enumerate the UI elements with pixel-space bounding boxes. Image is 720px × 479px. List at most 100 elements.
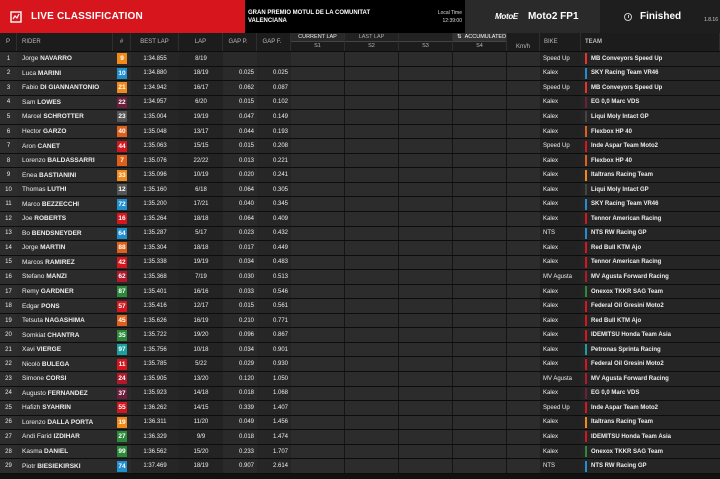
rider-first-name: Marcel [22, 113, 42, 121]
rider-name[interactable]: Andi Farid IZDIHAR [17, 430, 113, 444]
table-row[interactable]: 20 Somkiat CHANTRA 35 1:35.722 19/20 0.096 0.8… [0, 328, 720, 343]
bike: Kalex [540, 241, 581, 255]
speed [507, 66, 540, 81]
rider-number-badge: 16 [117, 213, 127, 225]
table-row[interactable]: 2 Luca MARINI 10 1:34.880 18/19 0.025 0.025 Kal… [0, 66, 720, 82]
sector-4-header: ⇅ ACCUMULATED S4 [453, 33, 507, 51]
rider-name[interactable]: Aron CANET [17, 139, 113, 153]
lap-count: 13/20 [179, 372, 223, 386]
bike: Kalex [540, 415, 581, 430]
table-row[interactable]: 4 Sam LOWES 22 1:34.957 6/20 0.015 0.102 Kalex E… [0, 95, 720, 111]
rider-first-name: Hector [22, 128, 42, 135]
speed [507, 153, 540, 168]
table-row[interactable]: 22 Nicolò BULEGA 11 1:35.785 5/22 0.029 0.930 K… [0, 357, 720, 373]
table-row[interactable]: 27 Andi Farid IZDIHAR 27 1:36.329 9/9 0.018 1.… [0, 430, 720, 445]
rider-name[interactable]: Thomas LUTHI [17, 182, 113, 197]
table-row[interactable]: 21 Xavi VIERGE 97 1:35.756 10/18 0.034 0.901 Ka… [0, 342, 720, 358]
team-name: Flexbox HP 40 [591, 128, 632, 135]
best-lap: 1:35.160 [131, 182, 179, 197]
sector-4 [453, 168, 507, 182]
rider-name[interactable]: Hafizh SYAHRIN [17, 401, 113, 415]
rider-name[interactable]: Xavi VIERGE [17, 342, 113, 357]
rider-number-cell: 22 [113, 95, 131, 110]
rider-number-badge: 27 [117, 431, 127, 443]
rider-name[interactable]: Jorge NAVARRO [17, 52, 113, 66]
team: SKY Racing Team VR46 [581, 197, 720, 212]
rider-name[interactable]: Tetsuta NAGASHIMA [17, 313, 113, 328]
rider-name[interactable]: Enea BASTIANINI [17, 168, 113, 182]
bike: Speed Up [540, 139, 581, 153]
table-row[interactable]: 3 Fabio DI GIANNANTONIO 21 1:34.942 16/17 0.0… [0, 81, 720, 96]
rider-name[interactable]: Marco BEZZECCHI [17, 197, 113, 212]
rider-name[interactable]: Marcos RAMIREZ [17, 255, 113, 270]
table-row[interactable]: 8 Lorenzo BALDASSARRI 7 1:35.076 22/22 0.013 0… [0, 153, 720, 169]
table-row[interactable]: 1 Jorge NAVARRO 9 1:34.855 8/19 Speed Up MB Co… [0, 52, 720, 67]
rider-name[interactable]: Sam LOWES [17, 95, 113, 110]
gap-previous: 0.044 [223, 124, 257, 139]
rider-name[interactable]: Lorenzo DALLA PORTA [17, 415, 113, 430]
local-time: Local Time 12:39:00 [425, 0, 465, 33]
table-row[interactable]: 5 Marcel SCHROTTER 23 1:35.004 19/19 0.047 0.1… [0, 110, 720, 125]
table-row[interactable]: 14 Jorge MARTIN 88 1:35.304 18/18 0.017 0.449 K… [0, 241, 720, 256]
rider-name[interactable]: Piotr BIESIEKIRSKI [17, 459, 113, 473]
sector-1 [291, 153, 345, 168]
table-row[interactable]: 26 Lorenzo DALLA PORTA 19 1:36.311 11/20 0.04… [0, 415, 720, 431]
livetiming-logo-icon [9, 10, 23, 24]
rider-name[interactable]: Edgar PONS [17, 299, 113, 313]
tab-last-lap[interactable]: LAST LAP [345, 33, 398, 42]
tab-accumulated[interactable]: ⇅ ACCUMULATED [453, 33, 506, 42]
sector-1 [291, 372, 345, 386]
table-row[interactable]: 17 Remy GARDNER 87 1:35.401 16/16 0.033 0.546 K… [0, 284, 720, 300]
rider-name[interactable]: Somkiat CHANTRA [17, 328, 113, 342]
team-color-bar [585, 286, 587, 298]
rider-name[interactable]: Lorenzo BALDASSARRI [17, 153, 113, 168]
table-row[interactable]: 7 Aron CANET 44 1:35.063 15/15 0.015 0.208 Spee… [0, 139, 720, 154]
lap-count: 18/19 [179, 459, 223, 473]
rider-name[interactable]: Nicolò BULEGA [17, 357, 113, 372]
table-row[interactable]: 13 Bo BENDSNEYDER 64 1:35.287 5/17 0.023 0.432… [0, 226, 720, 242]
table-row[interactable]: 11 Marco BEZZECCHI 72 1:35.200 17/21 0.040 0.3… [0, 197, 720, 213]
sector-4 [453, 52, 507, 66]
rider-name[interactable]: Luca MARINI [17, 66, 113, 81]
table-row[interactable]: 19 Tetsuta NAGASHIMA 45 1:35.626 16/19 0.210 0… [0, 313, 720, 329]
rider-last-name: FERNANDEZ [47, 389, 88, 397]
rider-name[interactable]: Hector GARZO [17, 124, 113, 139]
rider-name[interactable]: Augusto FERNANDEZ [17, 386, 113, 401]
rider-name[interactable]: Joe ROBERTS [17, 212, 113, 226]
sector-2 [345, 226, 399, 241]
rider-name[interactable]: Stefano MANZI [17, 270, 113, 284]
rider-name[interactable]: Fabio DI GIANNANTONIO [17, 81, 113, 95]
rider-number-badge: 24 [117, 373, 127, 385]
rider-name[interactable]: Remy GARDNER [17, 284, 113, 299]
tab-current-lap[interactable]: CURRENT LAP [291, 33, 344, 42]
table-row[interactable]: 15 Marcos RAMIREZ 42 1:35.338 19/19 0.034 0.48… [0, 255, 720, 271]
table-row[interactable]: 28 Kasma DANIEL 99 1:36.562 15/20 0.233 1.707 K… [0, 444, 720, 460]
table-row[interactable]: 24 Augusto FERNANDEZ 37 1:35.923 14/18 0.018 1… [0, 386, 720, 402]
page-title: LIVE CLASSIFICATION [31, 11, 143, 22]
team-name: Flexbox HP 40 [591, 157, 632, 164]
speed [507, 241, 540, 255]
table-row[interactable]: 6 Hector GARZO 40 1:35.048 13/17 0.044 0.193 Ka… [0, 124, 720, 140]
table-row[interactable]: 10 Thomas LUTHI 12 1:35.160 6/18 0.064 0.305 Ka… [0, 182, 720, 198]
rider-name[interactable]: Kasma DANIEL [17, 444, 113, 459]
gap-first: 0.432 [257, 226, 291, 241]
table-row[interactable]: 23 Simone CORSI 24 1:35.905 13/20 0.120 1.050 M… [0, 372, 720, 387]
rider-name[interactable]: Simone CORSI [17, 372, 113, 386]
table-row[interactable]: 29 Piotr BIESIEKIRSKI 74 1:37.469 18/19 0.907… [0, 459, 720, 474]
table-row[interactable]: 9 Enea BASTIANINI 33 1:35.096 10/19 0.020 0.24… [0, 168, 720, 183]
sector-3 [399, 168, 453, 182]
team-color-bar [585, 256, 587, 268]
team-color-bar [585, 67, 587, 79]
rider-name[interactable]: Jorge MARTIN [17, 241, 113, 255]
table-row[interactable]: 18 Edgar PONS 57 1:35.416 12/17 0.015 0.561 Kal… [0, 299, 720, 314]
rider-name[interactable]: Marcel SCHROTTER [17, 110, 113, 124]
gap-first: 0.546 [257, 284, 291, 299]
sector-4 [453, 197, 507, 212]
status-text: Finished [640, 11, 682, 22]
table-row[interactable]: 16 Stefano MANZI 62 1:35.368 7/19 0.030 0.513 M… [0, 270, 720, 285]
table-row[interactable]: 25 Hafizh SYAHRIN 55 1:36.262 14/15 0.339 1.40… [0, 401, 720, 416]
rider-name[interactable]: Bo BENDSNEYDER [17, 226, 113, 241]
table-row[interactable]: 12 Joe ROBERTS 16 1:35.264 18/18 0.064 0.409 Ka… [0, 212, 720, 227]
col-speed-label: Km/h [515, 43, 530, 50]
sector-1 [291, 124, 345, 139]
